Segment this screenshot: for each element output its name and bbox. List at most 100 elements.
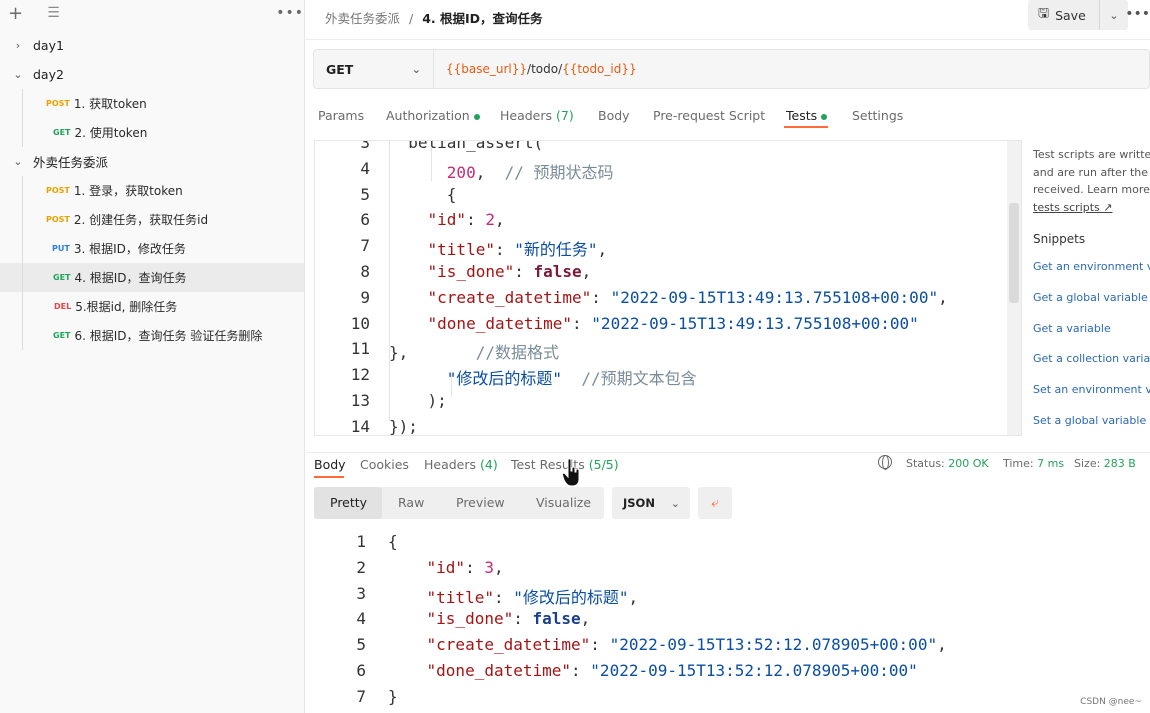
- chevron-down-icon[interactable]: ⌄: [10, 68, 26, 81]
- save-button-group: 🖫 Save ⌄: [1028, 0, 1128, 30]
- chevron-down-icon: ⌄: [411, 62, 421, 76]
- chevron-down-icon[interactable]: ⌄: [1100, 9, 1128, 22]
- url-bar: GET ⌄ {{base_url}}/todo/{{todo_id}}: [313, 49, 1150, 89]
- tests-hint-panel: Test scripts are writte and are run afte…: [1027, 140, 1150, 440]
- request-label: 1. 登录，获取token: [73, 184, 183, 198]
- line-number: 4: [360, 158, 370, 178]
- sidebar-request[interactable]: POST 2. 创建任务，获取任务id: [0, 205, 304, 234]
- more-icon[interactable]: •••: [276, 5, 304, 21]
- sidebar-request[interactable]: GET 2. 使用token: [0, 118, 304, 147]
- code-line[interactable]: "修改后的标题" //预期文本包含: [389, 365, 697, 389]
- hint-line: received. Learn more: [1033, 183, 1150, 196]
- tab-label: Body: [314, 457, 346, 472]
- size-value[interactable]: 283 B: [1104, 457, 1136, 470]
- tab-label: Params: [318, 108, 365, 123]
- status-dot-icon: [473, 113, 480, 120]
- snippet-link[interactable]: Set an environment va: [1033, 383, 1150, 396]
- code-line[interactable]: "is_done": false,: [388, 609, 591, 628]
- response-tab-headers[interactable]: Headers (4): [424, 457, 498, 472]
- snippet-link[interactable]: Get a collection variab: [1033, 352, 1150, 365]
- snippet-link[interactable]: Get a global variable: [1033, 291, 1148, 304]
- code-line[interactable]: }, //数据格式: [389, 339, 559, 363]
- tab-settings[interactable]: Settings: [852, 108, 903, 123]
- filter-input[interactable]: ☰: [37, 2, 264, 24]
- sidebar-request[interactable]: GET 4. 根据ID，查询任务: [0, 263, 304, 292]
- sidebar-toolbar: + ☰ •••: [0, 0, 304, 26]
- tab-body[interactable]: Body: [598, 108, 630, 123]
- tab-tests[interactable]: Tests: [786, 108, 828, 123]
- sidebar-request[interactable]: PUT 3. 根据ID，修改任务: [0, 234, 304, 263]
- more-icon[interactable]: •••: [1125, 6, 1150, 22]
- line-number: 6: [356, 661, 366, 680]
- snippet-link[interactable]: Set a global variable: [1033, 414, 1146, 427]
- code-line[interactable]: "done_datetime": "2022-09-15T13:52:12.07…: [388, 661, 918, 680]
- tab-label: Headers: [500, 108, 553, 123]
- response-tab-body[interactable]: Body: [314, 457, 346, 472]
- plus-icon[interactable]: +: [8, 3, 27, 24]
- sidebar-folder[interactable]: ⌄ 外卖任务委派: [0, 147, 304, 176]
- sidebar: + ☰ ••• › day1 ⌄ day2 POST 1. 获取token GET 2. 使用…: [0, 0, 305, 713]
- response-body-viewer[interactable]: 1 {2 "id": 3, 3 "title": "修改后的标题", 4 "is_do…: [314, 528, 1150, 713]
- sidebar-folder[interactable]: ⌄ day2: [0, 60, 304, 89]
- tab-pre-request-script[interactable]: Pre-request Script: [653, 108, 765, 123]
- code-line[interactable]: {: [388, 532, 398, 551]
- snippet-link[interactable]: Get an environment va: [1033, 260, 1150, 273]
- line-number: 10: [350, 313, 370, 333]
- view-mode-pretty[interactable]: Pretty: [330, 495, 367, 510]
- view-mode-raw[interactable]: Raw: [398, 495, 424, 510]
- code-line[interactable]: "create_datetime": "2022-09-15T13:49:13.…: [389, 288, 948, 307]
- chevron-right-icon[interactable]: ›: [10, 39, 26, 52]
- editor-scrollbar[interactable]: [1007, 141, 1021, 435]
- code-line[interactable]: "create_datetime": "2022-09-15T13:52:12.…: [388, 635, 947, 654]
- view-mode-preview[interactable]: Preview: [456, 495, 505, 510]
- code-line[interactable]: belian_assert(: [389, 141, 543, 152]
- code-line[interactable]: );: [389, 391, 447, 410]
- tab-params[interactable]: Params: [318, 108, 364, 123]
- url-variable: {{base_url}}: [446, 62, 528, 76]
- code-line[interactable]: "id": 3,: [388, 558, 504, 577]
- line-number: 4: [356, 609, 366, 629]
- line-number: 3: [360, 140, 370, 152]
- tab-headers[interactable]: Headers (7): [500, 108, 574, 123]
- status-value[interactable]: 200 OK: [948, 457, 988, 470]
- sidebar-folder[interactable]: › day1: [0, 31, 304, 60]
- time-value[interactable]: 7 ms: [1037, 457, 1064, 470]
- tab-authorization[interactable]: Authorization: [386, 108, 480, 123]
- code-line[interactable]: "title": "修改后的标题",: [388, 584, 639, 608]
- code-line[interactable]: "title": "新的任务",: [389, 236, 608, 260]
- sidebar-request[interactable]: POST 1. 获取token: [0, 89, 304, 118]
- method-select[interactable]: GET ⌄: [314, 49, 434, 89]
- floppy-disk-icon: 🖫: [1038, 6, 1050, 21]
- url-input[interactable]: {{base_url}}/todo/{{todo_id}}: [434, 62, 637, 76]
- tree-indent-guide: [22, 89, 23, 147]
- breadcrumb: 外卖任务委派 / 4. 根据ID，查询任务: [325, 8, 543, 27]
- wrap-lines-button[interactable]: ⤶: [698, 487, 732, 519]
- tab-label: Tests: [786, 108, 818, 123]
- code-line[interactable]: });: [389, 417, 418, 435]
- sidebar-request[interactable]: GET 6. 根据ID，查询任务 验证任务删除: [0, 321, 304, 350]
- breadcrumb-current[interactable]: 4. 根据ID，查询任务: [422, 11, 542, 26]
- line-number: 5: [360, 184, 370, 204]
- response-tab-cookies[interactable]: Cookies: [360, 457, 409, 472]
- view-mode-bar: Pretty Raw Preview Visualize: [314, 487, 604, 519]
- breadcrumb-parent[interactable]: 外卖任务委派: [325, 11, 400, 26]
- save-button[interactable]: 🖫 Save: [1028, 0, 1100, 30]
- sidebar-request[interactable]: DEL 5.根据id, 删除任务: [0, 292, 304, 321]
- globe-icon[interactable]: [878, 455, 892, 470]
- code-line[interactable]: 200, // 预期状态码: [389, 159, 614, 183]
- chevron-down-icon[interactable]: ⌄: [10, 155, 26, 168]
- code-line[interactable]: "done_datetime": "2022-09-15T13:49:13.75…: [389, 314, 919, 333]
- scrollbar-thumb[interactable]: [1009, 203, 1019, 303]
- snippet-link[interactable]: Get a variable: [1033, 322, 1111, 335]
- format-select[interactable]: JSON ⌄: [612, 487, 690, 519]
- view-mode-visualize[interactable]: Visualize: [536, 495, 591, 510]
- tests-scripts-link[interactable]: tests scripts ↗: [1033, 201, 1112, 214]
- tab-count: (5/5): [588, 457, 619, 472]
- tab-label: Cookies: [360, 457, 409, 472]
- code-line[interactable]: }: [388, 687, 398, 706]
- code-line[interactable]: "id": 2,: [389, 210, 505, 229]
- code-line[interactable]: "is_done": false,: [389, 262, 592, 281]
- sidebar-request[interactable]: POST 1. 登录，获取token: [0, 176, 304, 205]
- code-line[interactable]: {: [389, 185, 457, 204]
- test-script-editor[interactable]: 3 belian_assert(4 200, // 预期状态码 5 {6 "id"…: [314, 140, 1022, 436]
